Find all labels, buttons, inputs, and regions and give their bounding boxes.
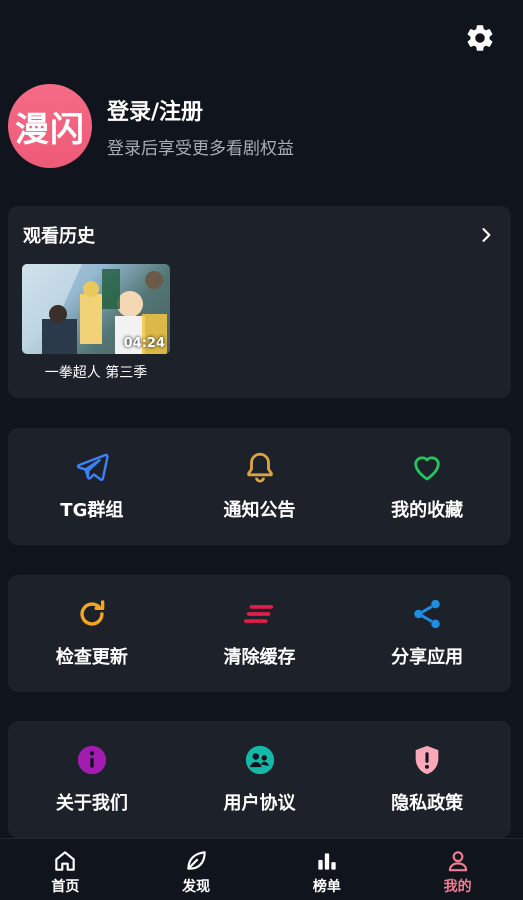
chart-icon [318, 853, 336, 870]
bell-icon [246, 452, 273, 483]
privacy-policy-button[interactable]: 隐私政策 [343, 721, 511, 838]
share-app-label: 分享应用 [391, 647, 464, 668]
privacy-shield-icon [415, 745, 439, 775]
tab-mine[interactable]: 我的 [392, 839, 523, 900]
clear-cache-label: 清除缓存 [223, 647, 296, 668]
settings-button[interactable] [464, 22, 496, 54]
clear-cache-icon [243, 605, 273, 623]
tab-mine-label: 我的 [443, 879, 472, 895]
bottom-tab-bar: 首页 发现 榜单 我的 [0, 838, 523, 900]
tab-discover[interactable]: 发现 [131, 839, 262, 900]
tab-ranking-label: 榜单 [312, 879, 341, 895]
favorites-label: 我的收藏 [391, 500, 464, 521]
info-icon [77, 745, 106, 775]
user-agreement-button[interactable]: 用户协议 [176, 721, 344, 838]
share-icon [414, 599, 440, 629]
check-update-label: 检查更新 [55, 647, 128, 668]
watch-history-card: 观看历史 04:24 一拳超人 第三季 [8, 206, 511, 398]
telegram-icon [76, 453, 109, 481]
tg-group-button[interactable]: TG群组 [8, 428, 176, 545]
avatar-text: 漫闪 [15, 109, 85, 150]
tab-home-label: 首页 [51, 879, 80, 895]
about-us-button[interactable]: 关于我们 [8, 721, 176, 838]
menu-row-3: 关于我们 用户协议 隐私政策 [8, 721, 511, 838]
notice-label: 通知公告 [223, 500, 296, 521]
video-duration: 04:24 [123, 336, 165, 351]
tab-home[interactable]: 首页 [0, 839, 131, 900]
about-us-label: 关于我们 [55, 793, 128, 814]
menu-row-1: TG群组 通知公告 我的收藏 [8, 428, 511, 545]
menu-row-2: 检查更新 清除缓存 分享应用 [8, 575, 511, 692]
refresh-icon [80, 600, 105, 626]
user-icon [448, 851, 467, 872]
favorites-button[interactable]: 我的收藏 [343, 428, 511, 545]
check-update-button[interactable]: 检查更新 [8, 575, 176, 692]
user-agreement-icon [245, 745, 274, 775]
login-subtitle: 登录后享受更多看剧权益 [107, 138, 294, 159]
notice-button[interactable]: 通知公告 [176, 428, 344, 545]
tab-ranking[interactable]: 榜单 [262, 839, 393, 900]
login-register-link[interactable]: 登录/注册 [107, 94, 294, 126]
gear-icon [467, 25, 493, 51]
tg-group-label: TG群组 [60, 500, 124, 521]
history-title: 观看历史 [23, 226, 95, 247]
video-title: 一拳超人 第三季 [44, 365, 148, 381]
profile-header[interactable]: 漫闪 登录/注册 登录后享受更多看剧权益 [8, 84, 294, 168]
privacy-policy-label: 隐私政策 [391, 793, 464, 814]
user-agreement-label: 用户协议 [223, 793, 296, 814]
tab-discover-label: 发现 [182, 879, 211, 895]
clear-cache-button[interactable]: 清除缓存 [176, 575, 344, 692]
leaf-icon [187, 851, 206, 870]
history-item[interactable]: 04:24 一拳超人 第三季 [22, 264, 172, 382]
history-header[interactable]: 观看历史 [23, 222, 496, 248]
home-icon [55, 851, 76, 871]
heart-icon [414, 456, 440, 481]
avatar[interactable]: 漫闪 [8, 84, 92, 168]
video-thumbnail: 04:24 [22, 264, 170, 354]
chevron-right-icon[interactable] [476, 225, 496, 245]
share-app-button[interactable]: 分享应用 [343, 575, 511, 692]
